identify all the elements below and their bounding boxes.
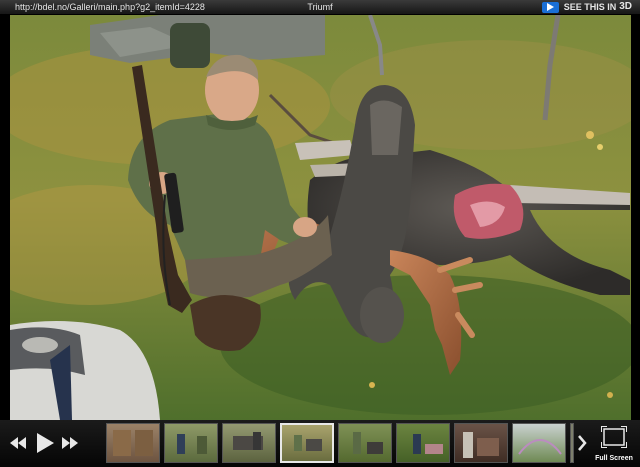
fullscreen-label: Full Screen xyxy=(595,455,633,462)
fullscreen-button[interactable]: Full Screen xyxy=(594,423,634,465)
thumbnail-3[interactable] xyxy=(222,423,276,463)
thumbnail-6[interactable] xyxy=(396,423,450,463)
rewind-icon xyxy=(10,437,26,449)
thumbnail-4[interactable] xyxy=(280,423,334,463)
see-in-3d-button[interactable]: SEE THIS IN 3D xyxy=(541,0,632,14)
thumbnail-1[interactable] xyxy=(106,423,160,463)
next-button[interactable] xyxy=(575,430,589,456)
thumbnail-bar: Full Screen xyxy=(0,420,640,467)
thumbnail-7[interactable] xyxy=(454,423,508,463)
play-icon xyxy=(541,1,559,13)
browser-title-bar: http://bdel.no/Galleri/main.php?g2_itemI… xyxy=(0,0,640,14)
thumbnail-8[interactable] xyxy=(512,423,566,463)
play-icon xyxy=(37,433,54,453)
photo-viewer[interactable] xyxy=(10,15,631,420)
see-in-3d-label: SEE THIS IN xyxy=(563,2,617,12)
play-button[interactable] xyxy=(34,430,56,456)
fast-forward-icon xyxy=(62,437,78,449)
fullscreen-icon xyxy=(600,425,628,449)
thumbnail-9[interactable] xyxy=(570,423,574,463)
thumbnail-2[interactable] xyxy=(164,423,218,463)
thumbnail-5[interactable] xyxy=(338,423,392,463)
rewind-button[interactable] xyxy=(8,430,28,456)
fast-forward-button[interactable] xyxy=(60,430,80,456)
main-photo xyxy=(10,15,631,420)
chevron-right-icon xyxy=(578,435,587,451)
see-in-3d-emphasis: 3D xyxy=(619,1,632,12)
